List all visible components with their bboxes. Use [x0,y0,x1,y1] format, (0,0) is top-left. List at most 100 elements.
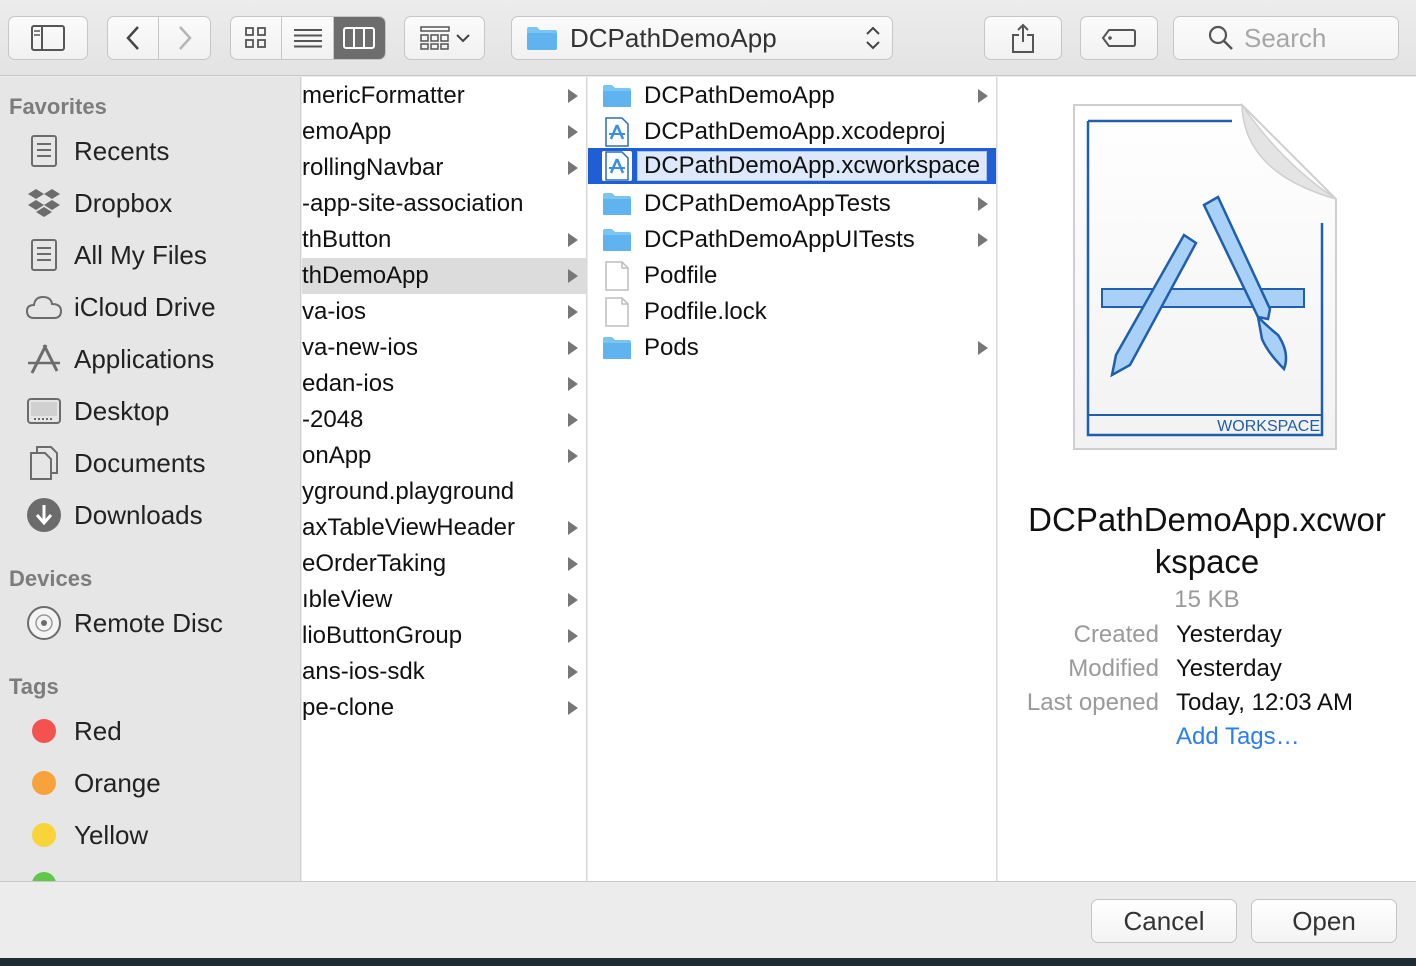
navigation-segment [107,16,211,60]
document-icon [605,261,629,291]
last-opened-label: Last opened [1026,689,1159,716]
list-item[interactable]: ans-ios-sdk [302,654,586,690]
sidebar-item-desktop[interactable]: Desktop [24,391,169,431]
sidebar: Favorites Recents Dropbox All My Files i… [0,77,301,881]
icloud-icon [25,295,63,319]
arrange-icon [419,26,450,50]
list-item[interactable]: -2048 [302,402,586,438]
edit-tags-button[interactable] [1080,16,1158,60]
list-item[interactable]: yground.playground [302,474,586,510]
sidebar-item-label: Documents [74,447,206,478]
list-item[interactable]: Podfile [588,258,996,294]
list-item[interactable]: Pods [588,330,996,366]
modified-label: Modified [1068,655,1159,682]
list-item[interactable]: Podfile.lock [588,294,996,330]
list-item[interactable]: onApp [302,438,586,474]
created-row: Created Yesterday [998,621,1416,655]
disclosure-arrow-icon [568,701,578,715]
modified-value: Yesterday [1176,655,1282,682]
share-button[interactable] [984,16,1062,60]
tag-icon [1101,29,1136,47]
created-value: Yesterday [1176,621,1282,648]
sidebar-tag-orange[interactable]: Orange [24,763,161,803]
list-item[interactable]: axTableViewHeader [302,510,586,546]
list-item[interactable]: emoApp [302,114,586,150]
list-item[interactable]: DCPathDemoAppUITests [588,222,996,258]
sidebar-item-applications[interactable]: Applications [24,339,214,379]
list-item[interactable]: mericFormatter [302,78,586,114]
list-item[interactable]: thButton [302,222,586,258]
chevron-right-icon [178,26,192,50]
sidebar-item-label: Desktop [74,395,170,426]
column-view-button[interactable] [333,17,385,59]
sidebar-item-documents[interactable]: Documents [24,443,206,483]
cancel-button[interactable]: Cancel [1091,899,1237,943]
workspace-icon-label: WORKSPACE [1217,418,1320,435]
preview-file-name: DCPathDemoApp.xcwor kspace [1028,501,1386,580]
sidebar-tag-yellow[interactable]: Yellow [24,815,148,855]
remote-disc-icon [27,606,61,640]
sidebar-item-remote-disc[interactable]: Remote Disc [24,603,223,643]
disclosure-arrow-icon [568,269,578,283]
applications-icon [28,344,60,374]
back-button[interactable] [108,17,160,59]
folder-icon [603,337,631,359]
arrange-button[interactable] [404,16,485,60]
favorites-header: Favorites [9,94,107,119]
sidebar-toggle-button[interactable] [8,16,88,60]
add-tags-link[interactable]: Add Tags… [1176,723,1300,751]
list-item[interactable]: edan-ios [302,366,586,402]
list-item[interactable]: pe-clone [302,690,586,726]
list-view-icon [293,29,322,48]
search-icon [1208,25,1233,50]
sidebar-item-all-my-files[interactable]: All My Files [24,235,207,275]
green-tag-icon [32,872,56,881]
sidebar-tag-red[interactable]: Red [24,711,122,751]
disclosure-arrow-icon [568,629,578,643]
sidebar-item-label: iCloud Drive [74,291,216,322]
sidebar-item-downloads[interactable]: Downloads [24,495,203,535]
folder-icon [603,229,631,251]
sidebar-item-label: Dropbox [74,187,173,218]
list-item-selected[interactable]: thDemoApp [302,258,586,294]
list-item[interactable]: DCPathDemoAppTests [588,186,996,222]
open-button[interactable]: Open [1251,899,1397,943]
list-item[interactable]: ıbleView [302,582,586,618]
chevron-left-icon [126,26,139,50]
sidebar-item-label: Downloads [74,499,203,530]
disclosure-arrow-icon [568,233,578,247]
forward-button[interactable] [159,17,210,59]
preview-pane: WORKSPACE DCPathDemoApp.xcwor kspace 15 … [998,77,1416,881]
recents-icon [31,135,57,167]
list-item[interactable]: rollingNavbar [302,150,586,186]
xcode-workspace-large-icon: WORKSPACE [1073,103,1337,450]
list-item[interactable]: va-ios [302,294,586,330]
list-item[interactable]: DCPathDemoApp.xcodeproj [588,114,996,150]
column-view-icon [343,27,376,49]
list-item[interactable]: va-new-ios [302,330,586,366]
list-item[interactable]: -app-site-association [302,186,586,222]
list-item[interactable]: DCPathDemoApp [588,78,996,114]
list-view-button[interactable] [282,17,334,59]
list-item[interactable]: eOrderTaking [302,546,586,582]
disclosure-arrow-icon [978,89,988,103]
disclosure-arrow-icon [978,233,988,247]
icon-view-button[interactable] [231,17,283,59]
disclosure-arrow-icon [568,305,578,319]
path-popup-button[interactable]: DCPathDemoApp [511,16,893,60]
list-item-selected[interactable]: DCPathDemoApp.xcworkspace [588,148,996,184]
search-field[interactable]: Search [1173,16,1399,60]
sidebar-item-recents[interactable]: Recents [24,131,169,171]
last-opened-value: Today, 12:03 AM [1176,689,1353,716]
list-item[interactable]: lioButtonGroup [302,618,586,654]
folder-icon [527,27,557,50]
devices-header: Devices [9,566,93,591]
desktop-icon [27,398,61,424]
disclosure-arrow-icon [568,593,578,607]
sidebar-item-icloud-drive[interactable]: iCloud Drive [24,287,216,327]
disclosure-arrow-icon [568,125,578,139]
documents-icon [30,446,58,480]
sidebar-item-label: Remote Disc [74,607,223,638]
document-icon [605,297,629,327]
sidebar-item-dropbox[interactable]: Dropbox [24,183,172,223]
